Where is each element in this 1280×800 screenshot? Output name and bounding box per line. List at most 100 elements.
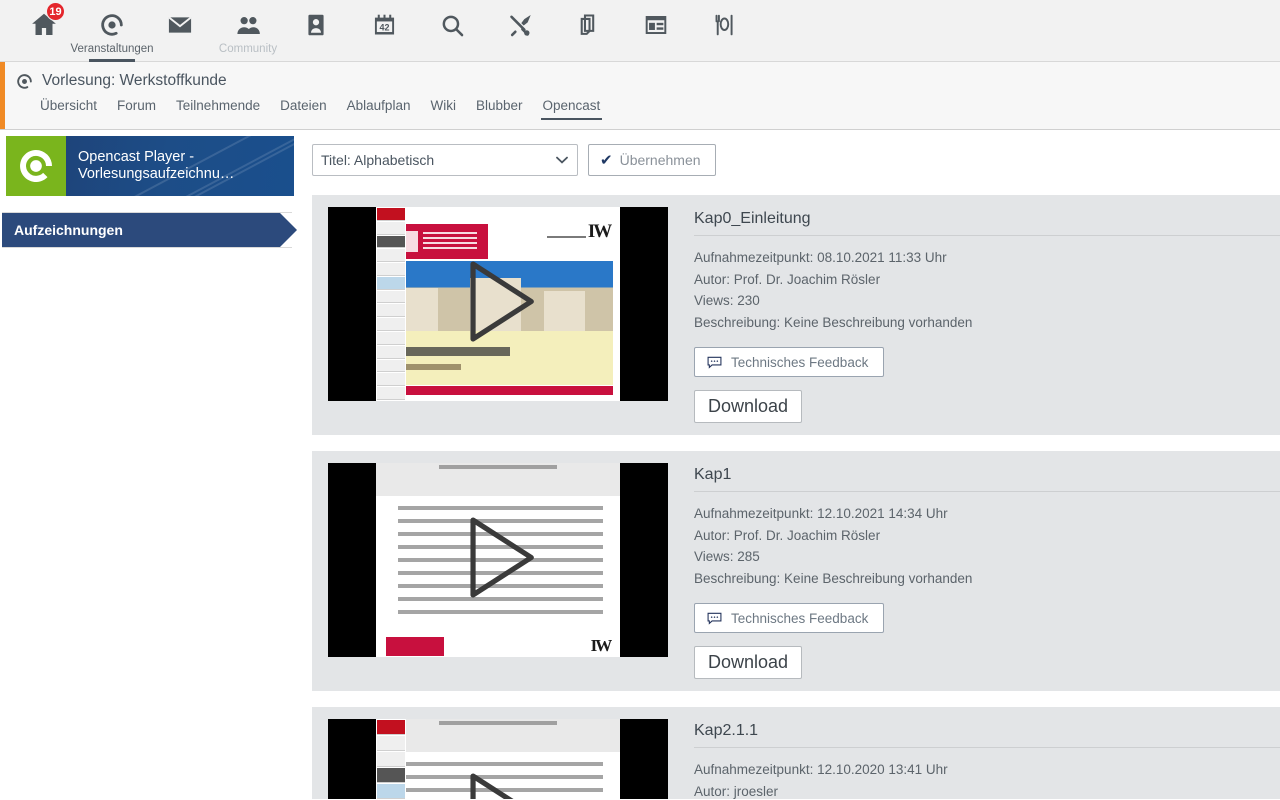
home-notification-badge: 19 [46,2,65,21]
video-recorded: Aufnahmezeitpunkt: 08.10.2021 11:33 Uhr [694,250,947,265]
video-author: Autor: Prof. Dr. Joachim Rösler [694,527,881,543]
nav-item-messages[interactable] [146,0,214,62]
page-body: Opencast Player - Vorlesungsaufzeichnu… … [0,130,1280,799]
nav-item-home[interactable]: 19 [10,0,78,62]
cutlery-icon [707,8,741,42]
nav-item-dashboard[interactable] [622,0,690,62]
events-icon [95,8,129,42]
video-info: Kap2.1.1 Aufnahmezeitpunkt: 12.10.2020 1… [668,719,1280,799]
tab-opencast[interactable]: Opencast [540,98,603,120]
community-icon [231,8,265,42]
apply-button-label: Übernehmen [619,152,701,168]
video-metadata: Aufnahmezeitpunkt: 08.10.2021 11:33 Uhr … [694,247,1280,333]
slide-filmstrip [376,207,406,401]
video-recorded: Aufnahmezeitpunkt: 12.10.2020 13:41 Uhr [694,762,948,777]
feedback-button-label: Technisches Feedback [731,354,869,370]
tab-dateien[interactable]: Dateien [280,98,327,120]
tab-blubber[interactable]: Blubber [476,98,523,120]
download-button[interactable]: Download [694,646,803,679]
slide-institute-logo: IW [587,220,612,242]
video-description: Beschreibung: Keine Beschreibung vorhand… [694,570,973,586]
video-info: Kap1 Aufnahmezeitpunkt: 12.10.2021 14:34… [668,463,1280,679]
course-tab-bar: Übersicht Forum Teilnehmende Dateien Abl… [0,98,1280,120]
speech-bubble-icon [707,612,722,625]
apply-button[interactable]: ✔ Übernehmen [588,144,716,176]
opencast-player-logo-box: Opencast Player - Vorlesungsaufzeichnu… [6,136,294,196]
course-header: Vorlesung: Werkstoffkunde Übersicht Foru… [0,62,1280,130]
mail-icon [163,8,197,42]
page-title: Vorlesung: Werkstoffkunde [42,72,227,89]
sidebar-item-label: Aufzeichnungen [14,222,123,238]
video-metadata: Aufnahmezeitpunkt: 12.10.2020 13:41 Uhr … [694,759,1280,799]
video-description: Beschreibung: Keine Beschreibung vorhand… [694,314,973,330]
opencast-title-line1: Opencast Player - [78,149,195,165]
slide-filmstrip [376,719,406,799]
sidebar-item-aufzeichnungen[interactable]: Aufzeichnungen [2,213,297,247]
check-icon: ✔ [600,151,613,169]
slide-preview: IW [376,207,620,401]
slide-body-text [397,505,603,615]
nav-item-community[interactable]: Community [214,0,282,62]
video-metadata: Aufnahmezeitpunkt: 12.10.2021 14:34 Uhr … [694,503,1280,589]
video-recorded: Aufnahmezeitpunkt: 12.10.2021 14:34 Uhr [694,506,948,521]
video-thumbnail[interactable]: IW [328,207,668,401]
download-button[interactable]: Download [694,390,803,423]
nav-label-community: Community [218,43,278,55]
slide-preview: IW [376,463,620,657]
nav-item-tools[interactable] [486,0,554,62]
slide-body-text [397,761,603,799]
tab-uebersicht[interactable]: Übersicht [40,98,97,120]
filter-toolbar: Titel: Alphabetisch ✔ Übernehmen [300,144,1280,176]
sidebar-divider-bottom [2,247,292,248]
nav-label-veranstaltungen: Veranstaltungen [70,43,154,55]
opencast-title-line2: Vorlesungsaufzeichnu… [78,166,235,182]
search-icon [435,8,469,42]
opencast-logo-icon [6,136,66,196]
files-icon [571,8,605,42]
course-accent-bar [0,62,5,129]
main-content: Titel: Alphabetisch ✔ Übernehmen IW Kap0… [300,130,1280,799]
slide-banner [395,224,489,260]
nav-item-mensa[interactable] [690,0,758,62]
video-title[interactable]: Kap0_Einleitung [694,210,1280,236]
profile-icon [299,8,333,42]
video-title[interactable]: Kap2.1.1 [694,722,1280,748]
tab-ablaufplan[interactable]: Ablaufplan [347,98,411,120]
sidebar: Opencast Player - Vorlesungsaufzeichnu… … [0,130,300,799]
slide-header [376,719,620,752]
tab-wiki[interactable]: Wiki [430,98,456,120]
tools-icon [503,8,537,42]
tab-forum[interactable]: Forum [117,98,156,120]
nav-item-veranstaltungen[interactable]: Veranstaltungen [70,0,154,62]
sort-select[interactable]: Titel: Alphabetisch [312,144,578,176]
slide-preview: IW [376,719,620,799]
speech-bubble-icon [707,356,722,369]
nav-item-profile[interactable] [282,0,350,62]
nav-item-files[interactable] [554,0,622,62]
calendar-icon: 42 [367,8,401,42]
video-thumbnail[interactable]: IW [328,463,668,657]
dashboard-icon [639,8,673,42]
video-info: Kap0_Einleitung Aufnahmezeitpunkt: 08.10… [668,207,1280,423]
video-author: Autor: Prof. Dr. Joachim Rösler [694,271,881,287]
technical-feedback-button[interactable]: Technisches Feedback [694,603,885,633]
video-author: Autor: jroesler [694,783,779,799]
course-title-row: Vorlesung: Werkstoffkunde [0,62,1280,91]
nav-item-search[interactable] [418,0,486,62]
svg-text:42: 42 [379,22,389,32]
nav-item-calendar[interactable]: 42 [350,0,418,62]
slide-photo [383,261,613,332]
video-thumbnail[interactable]: IW [328,719,668,799]
opencast-player-title: Opencast Player - Vorlesungsaufzeichnu… [66,149,234,183]
technical-feedback-button[interactable]: Technisches Feedback [694,347,885,377]
slide-header [376,463,620,496]
video-title[interactable]: Kap1 [694,466,1280,492]
feedback-button-label: Technisches Feedback [731,610,869,626]
sort-select-wrapper: Titel: Alphabetisch [312,144,578,176]
slide-title-area [383,331,613,386]
slide-footer: IW [376,625,620,657]
video-card: IW Kap2.1.1 Aufnahmezeitpunkt: 12.10.202… [312,707,1280,799]
tab-teilnehmende[interactable]: Teilnehmende [176,98,260,120]
video-card: IW Kap0_Einleitung Aufnahmezeitpunkt: 08… [312,195,1280,435]
video-card: IW Kap1 Aufnahmezeitpunkt: 12.10.2021 14… [312,451,1280,691]
